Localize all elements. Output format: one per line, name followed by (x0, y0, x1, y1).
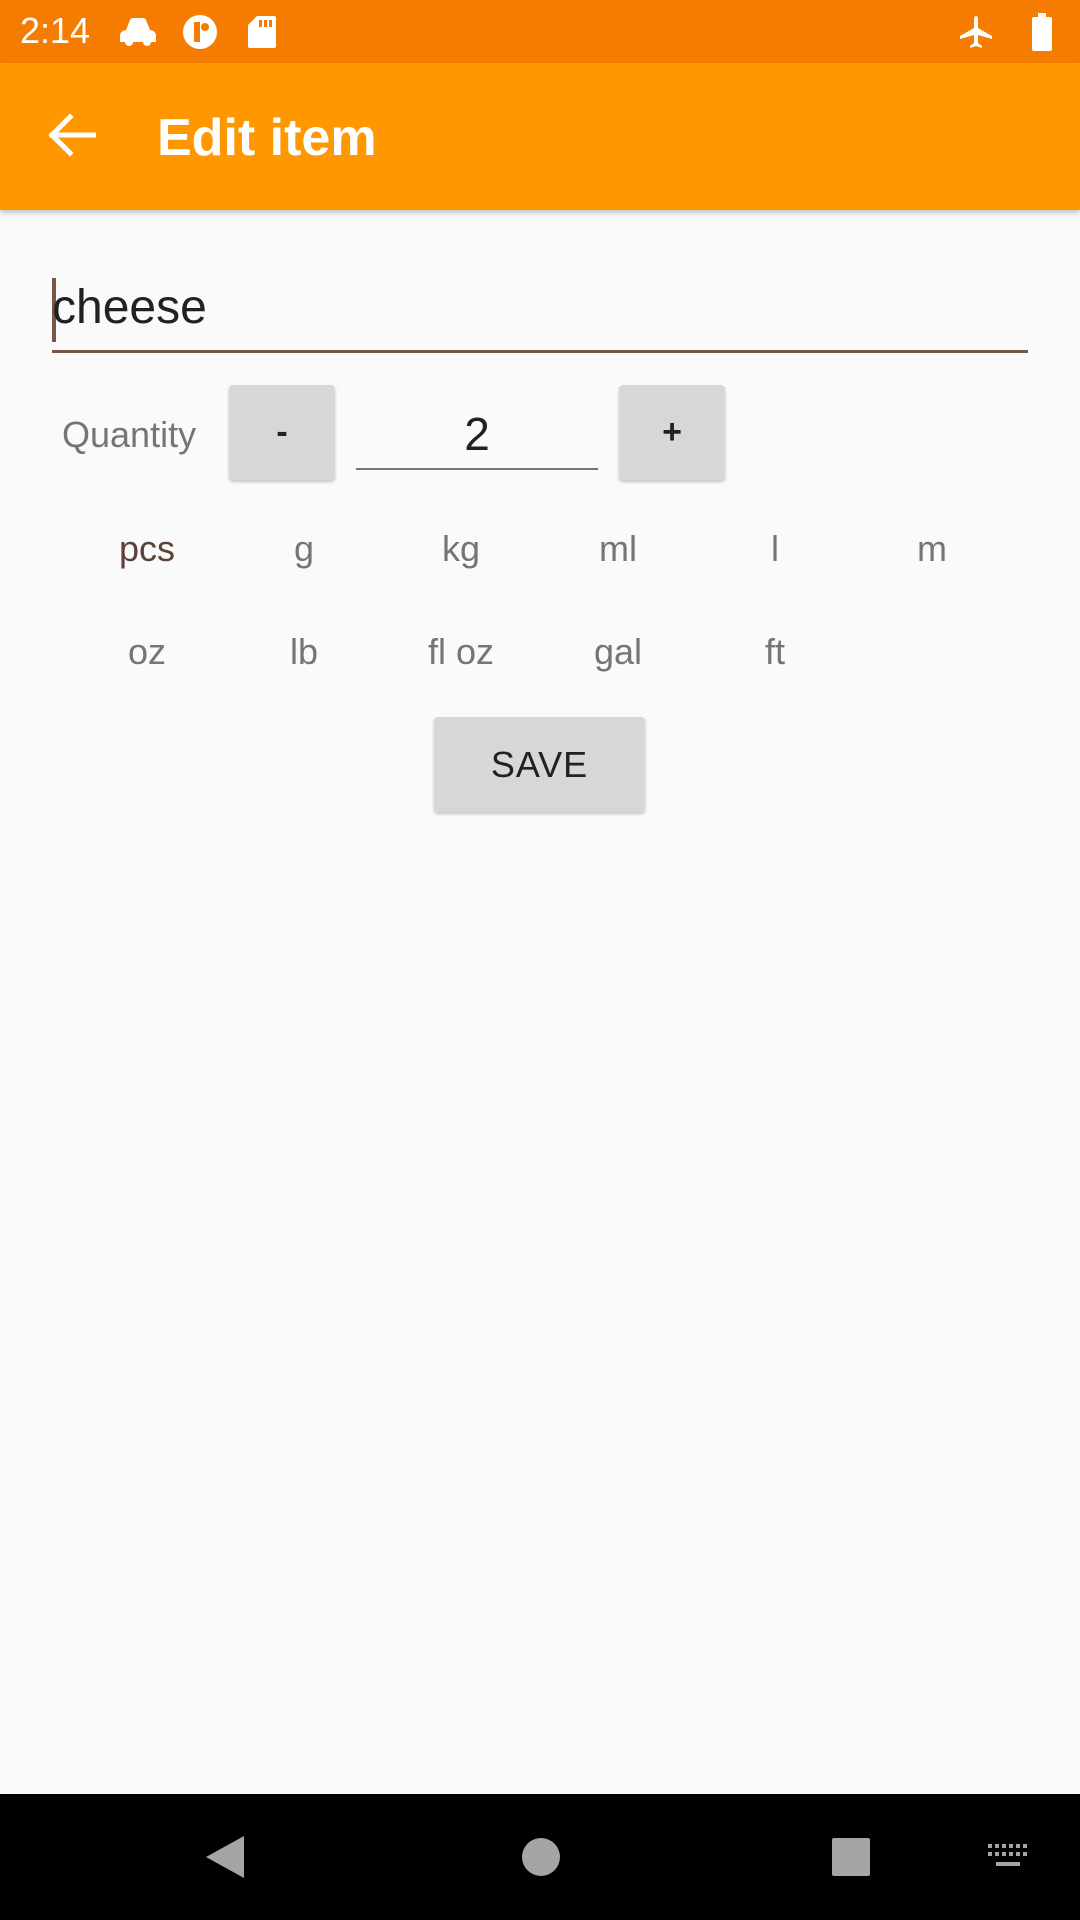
sd-card-icon (242, 12, 282, 52)
status-icons-right (956, 12, 1062, 52)
arrow-back-icon (48, 112, 97, 162)
unit-option-gal[interactable]: gal (543, 622, 693, 682)
unit-option-lb[interactable]: lb (229, 622, 379, 682)
unit-option-fl-oz[interactable]: fl oz (386, 622, 536, 682)
decrease-quantity-button[interactable]: - (229, 385, 335, 480)
back-triangle-icon[interactable] (200, 1832, 250, 1882)
quantity-label: Quantity (62, 414, 197, 455)
battery-icon (1022, 12, 1062, 52)
unit-option-ft[interactable]: ft (700, 622, 850, 682)
car-icon (118, 12, 158, 52)
item-name-input[interactable]: cheese (52, 270, 1028, 353)
unit-option-m[interactable]: m (857, 519, 1007, 579)
unit-option-ml[interactable]: ml (543, 519, 693, 579)
system-nav-bar (0, 1794, 1080, 1920)
status-bar: 2:14 (0, 0, 1080, 63)
item-name-value: cheese (52, 281, 207, 334)
recents-square-icon[interactable] (826, 1832, 876, 1882)
account-icon (180, 12, 220, 52)
status-time: 2:14 (20, 10, 91, 51)
home-circle-icon[interactable] (516, 1832, 566, 1882)
unit-option-oz[interactable]: oz (72, 622, 222, 682)
unit-option-kg[interactable]: kg (386, 519, 536, 579)
back-button[interactable] (42, 109, 102, 165)
save-button[interactable]: SAVE (434, 717, 645, 812)
unit-option-g[interactable]: g (229, 519, 379, 579)
page-title: Edit item (157, 109, 377, 167)
keyboard-icon[interactable] (985, 1839, 1031, 1875)
quantity-input[interactable]: 2 (356, 400, 598, 470)
increase-quantity-button[interactable]: + (619, 385, 725, 480)
unit-option-pcs[interactable]: pcs (72, 519, 222, 579)
quantity-value: 2 (464, 408, 490, 460)
app-bar: Edit item (0, 63, 1080, 210)
status-icons-left (118, 12, 282, 52)
unit-option-l[interactable]: l (700, 519, 850, 579)
airplane-icon (956, 12, 996, 52)
